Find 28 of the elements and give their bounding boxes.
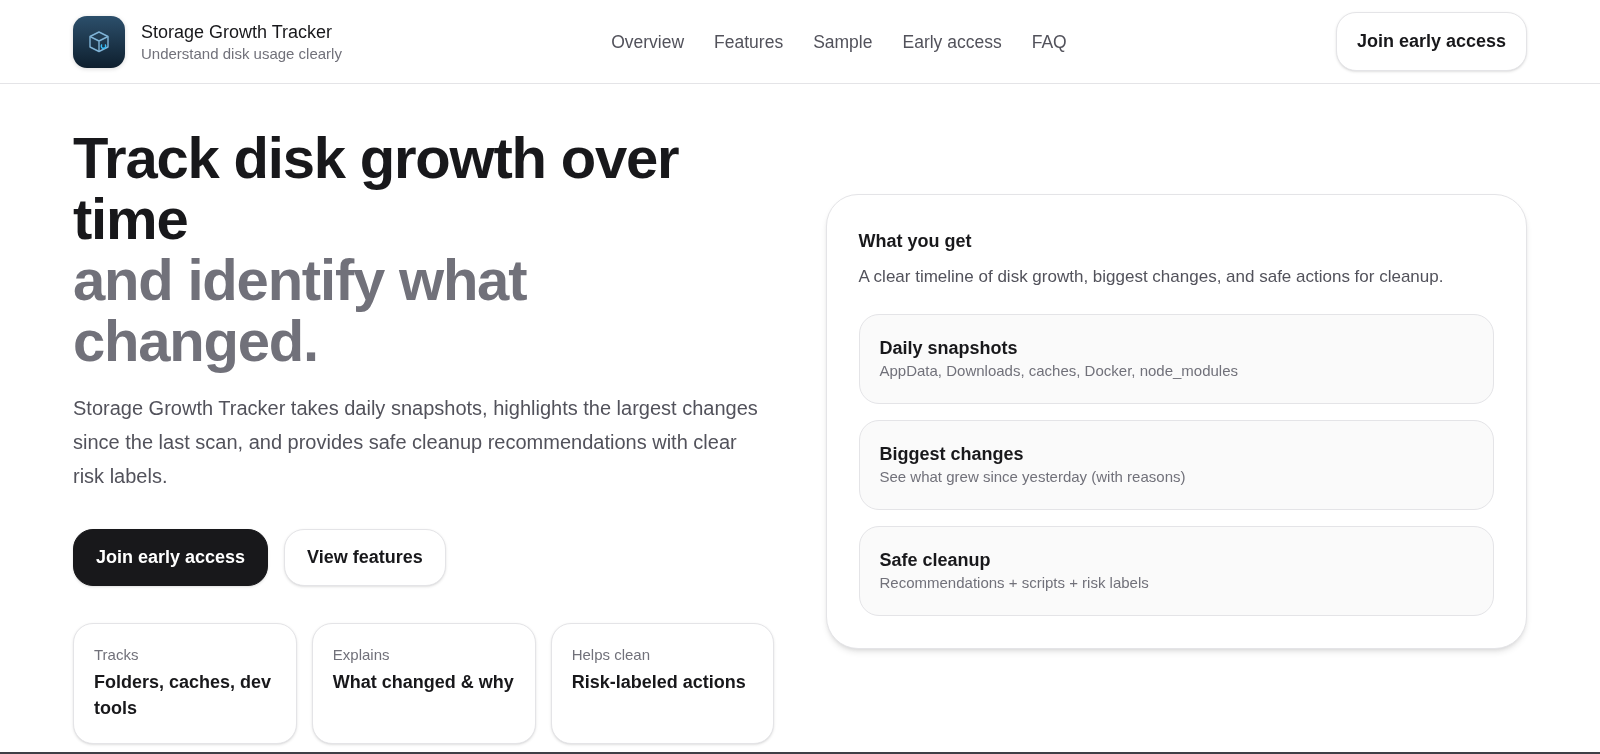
brand-title: Storage Growth Tracker bbox=[141, 20, 334, 44]
secondary-button[interactable]: View features bbox=[284, 529, 446, 586]
hero-description: Storage Growth Tracker takes daily snapshots, highlights the largest changes since the last scan, and provides safe cleanup recommendations with clear risk labels. bbox=[73, 396, 759, 489]
stat-label: Explains bbox=[332, 645, 391, 665]
nav-link[interactable]: Early access bbox=[902, 29, 1002, 54]
headline-text: Track disk growth over time bbox=[73, 127, 680, 249]
feature-title: Biggest changes bbox=[879, 443, 1025, 466]
stat-value: Risk-labeled actions bbox=[571, 671, 747, 694]
app-logo-icon bbox=[73, 15, 125, 68]
brand-tagline: Understand disk usage clearly bbox=[141, 43, 342, 64]
nav-link[interactable]: FAQ bbox=[1031, 29, 1067, 54]
stat-label: Helps clean bbox=[571, 645, 652, 665]
stat-label: Tracks bbox=[94, 645, 140, 665]
feature-title: Daily snapshots bbox=[879, 337, 1019, 360]
headline-subtext: and identify what changed. bbox=[73, 249, 528, 371]
summary-title: What you get bbox=[858, 230, 973, 253]
primary-button[interactable]: Join early access bbox=[73, 529, 269, 586]
feature-title: Safe cleanup bbox=[879, 549, 992, 572]
nav-link[interactable]: Features bbox=[714, 29, 784, 54]
stat-value: Folders, caches, dev tools bbox=[94, 671, 273, 720]
nav-link[interactable]: Sample bbox=[813, 29, 873, 54]
summary-description: A clear timeline of disk growth, biggest changes, and safe actions for cleanup. bbox=[858, 266, 1445, 288]
stat-value: What changed & why bbox=[332, 671, 515, 694]
feature-description: Recommendations + scripts + risk labels bbox=[879, 573, 1150, 593]
nav-link[interactable]: Overview bbox=[611, 29, 685, 54]
feature-description: See what grew since yesterday (with reasons) bbox=[879, 467, 1187, 487]
feature-description: AppData, Downloads, caches, Docker, node_modules bbox=[879, 361, 1240, 381]
join-early-access-button[interactable]: Join early access bbox=[1335, 12, 1527, 71]
